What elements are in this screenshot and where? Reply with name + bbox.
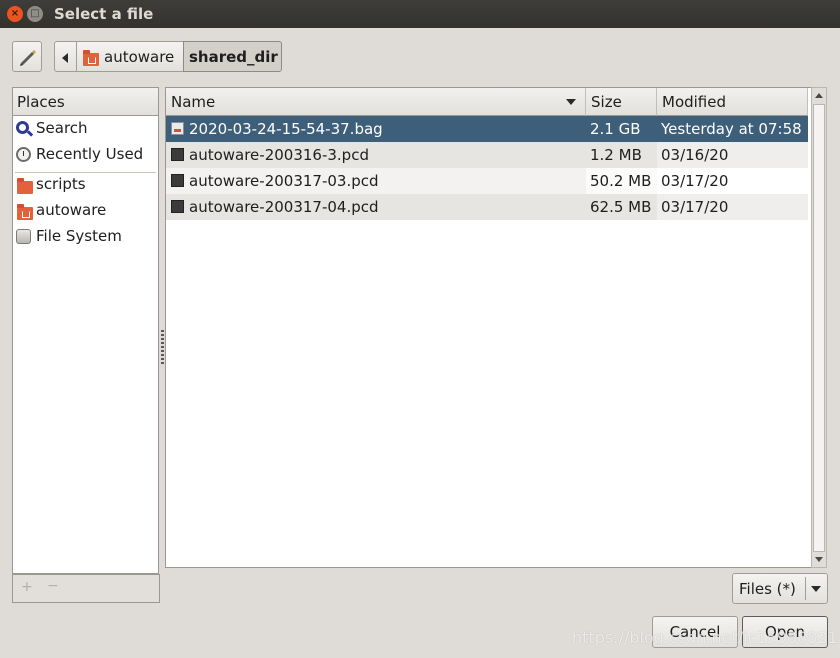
sidebar-item-file-system[interactable]: File System (13, 224, 158, 250)
sidebar-item-autoware[interactable]: autoware (13, 198, 158, 224)
window-title: Select a file (54, 5, 154, 23)
scrollbar-thumb[interactable] (813, 104, 825, 552)
clock-icon (16, 147, 31, 162)
file-name-cell: autoware-200316-3.pcd (166, 142, 586, 168)
watermark: https://blog.csdn.net/jc15988821760 (572, 628, 840, 647)
sidebar-item-scripts[interactable]: scripts (13, 172, 158, 198)
file-name: autoware-200317-04.pcd (189, 198, 379, 216)
document-icon (171, 122, 184, 135)
path-segment-shared-dir[interactable]: shared_dir (183, 41, 282, 72)
path-scroll-left-button[interactable] (54, 41, 77, 72)
table-row[interactable]: autoware-200317-04.pcd 62.5 MB 03/17/20 (166, 194, 808, 220)
file-modified: Yesterday at 07:58 (657, 116, 808, 142)
sort-descending-icon (566, 99, 576, 105)
sidebar-item-label: Recently Used (36, 145, 144, 163)
close-window-button[interactable]: × (7, 6, 23, 22)
dropdown-divider (805, 577, 806, 600)
file-modified: 03/16/20 (657, 142, 808, 168)
places-header[interactable]: Places (13, 88, 158, 116)
column-header-label: Size (591, 93, 622, 111)
column-header-modified[interactable]: Modified (657, 88, 808, 116)
column-header-name[interactable]: Name (166, 88, 586, 116)
file-name-cell: autoware-200317-04.pcd (166, 194, 586, 220)
places-footer: + − (12, 574, 160, 603)
file-modified: 03/17/20 (657, 168, 808, 194)
path-segment-autoware[interactable]: autoware (76, 41, 184, 72)
sidebar-item-label: scripts (36, 175, 86, 193)
file-name: 2020-03-24-15-54-37.bag (189, 120, 383, 138)
sidebar-item-label: Search (36, 119, 88, 137)
file-type-filter-dropdown[interactable]: Files (*) (732, 573, 828, 604)
file-icon (171, 174, 184, 187)
add-bookmark-button[interactable]: + (21, 579, 33, 595)
filter-label: Files (*) (739, 580, 796, 598)
file-size: 2.1 GB (586, 116, 657, 142)
file-icon (171, 200, 184, 213)
column-header-label: Name (171, 93, 216, 111)
file-name-cell: 2020-03-24-15-54-37.bag (166, 116, 586, 142)
file-list: Name Size Modified 2020-03-24-15-54-37.b… (165, 87, 827, 568)
chevron-left-icon (62, 53, 68, 63)
search-icon (16, 121, 29, 134)
path-segment-label: autoware (104, 48, 175, 66)
table-row[interactable]: autoware-200317-03.pcd 50.2 MB 03/17/20 (166, 168, 808, 194)
file-name: autoware-200316-3.pcd (189, 146, 369, 164)
column-header-label: Modified (662, 93, 727, 111)
file-name-cell: autoware-200317-03.pcd (166, 168, 586, 194)
pencil-icon (20, 50, 36, 66)
type-location-button[interactable] (12, 41, 42, 72)
sidebar-item-search[interactable]: Search (13, 116, 158, 142)
pane-resize-handle[interactable] (161, 330, 164, 364)
folder-icon (17, 178, 33, 194)
path-segment-label: shared_dir (189, 48, 278, 66)
scroll-down-icon[interactable] (815, 557, 823, 562)
file-size: 1.2 MB (586, 142, 657, 168)
table-row[interactable]: 2020-03-24-15-54-37.bag 2.1 GB Yesterday… (166, 116, 808, 142)
home-folder-icon (17, 204, 33, 220)
file-modified: 03/17/20 (657, 194, 808, 220)
remove-bookmark-button[interactable]: − (47, 578, 59, 594)
sidebar-item-label: autoware (36, 201, 107, 219)
file-icon (171, 148, 184, 161)
disk-icon (16, 229, 31, 244)
places-sidebar: Places Search Recently Used scripts auto… (12, 87, 159, 574)
scroll-up-icon[interactable] (815, 93, 823, 98)
vertical-scrollbar[interactable] (811, 87, 827, 568)
file-size: 50.2 MB (586, 168, 657, 194)
sidebar-item-label: File System (36, 227, 122, 245)
sidebar-item-recently-used[interactable]: Recently Used (13, 142, 158, 168)
file-name: autoware-200317-03.pcd (189, 172, 379, 190)
chevron-down-icon (811, 586, 821, 592)
home-folder-icon (83, 50, 99, 66)
column-header-size[interactable]: Size (586, 88, 657, 116)
file-size: 62.5 MB (586, 194, 657, 220)
places-header-label: Places (17, 93, 65, 111)
maximize-window-button[interactable]: □ (27, 6, 43, 22)
table-row[interactable]: autoware-200316-3.pcd 1.2 MB 03/16/20 (166, 142, 808, 168)
title-bar: × □ Select a file (0, 0, 840, 28)
